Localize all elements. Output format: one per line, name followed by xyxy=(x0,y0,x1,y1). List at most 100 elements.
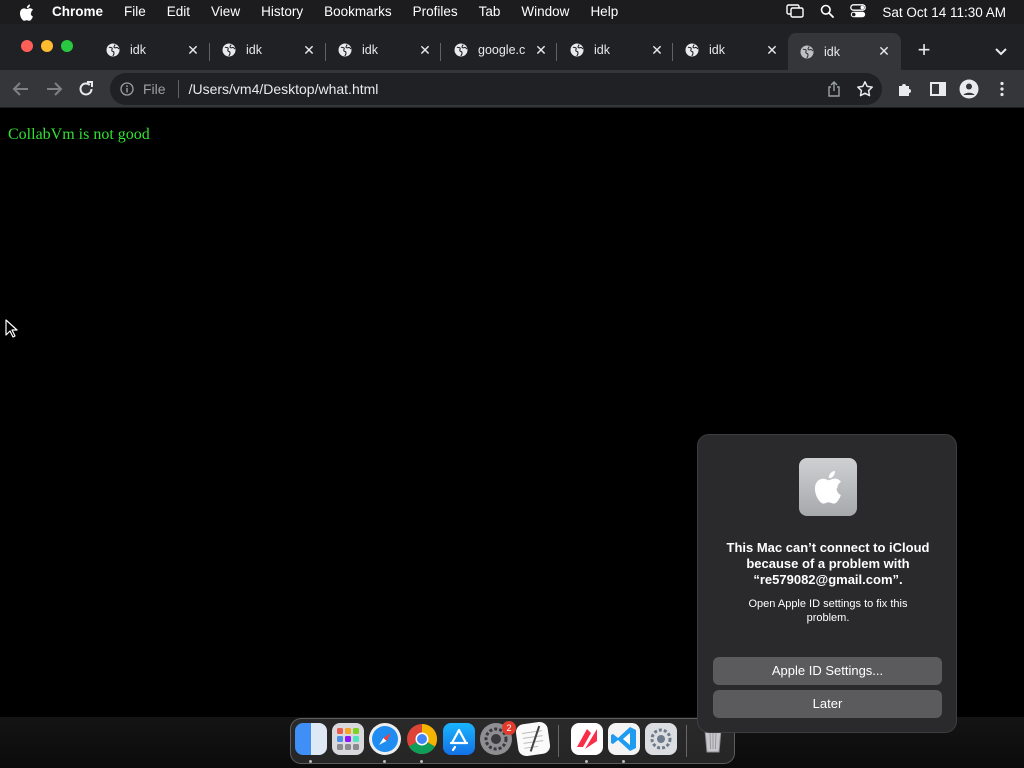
textedit-icon[interactable] xyxy=(514,720,552,758)
menu-profiles[interactable]: Profiles xyxy=(402,0,468,24)
reload-button[interactable] xyxy=(75,78,97,100)
reload-icon xyxy=(79,81,93,96)
tab-divider xyxy=(440,43,441,61)
share-icon[interactable] xyxy=(826,81,842,97)
icloud-alert-dialog: This Mac can’t connect to iCloud because… xyxy=(697,434,957,733)
kebab-menu-icon xyxy=(1000,81,1004,97)
side-panel-button[interactable] xyxy=(928,79,948,99)
close-tab-icon[interactable]: ✕ xyxy=(765,42,779,58)
globe-icon xyxy=(570,43,584,57)
globe-icon xyxy=(222,43,236,57)
tab-title: idk xyxy=(824,44,840,59)
browser-toolbar: File /Users/vm4/Desktop/what.html xyxy=(0,70,1024,108)
close-tab-icon[interactable]: ✕ xyxy=(877,43,891,59)
menu-bar-clock[interactable]: Sat Oct 14 11:30 AM xyxy=(882,5,1006,20)
tab-title: idk xyxy=(246,43,262,57)
tab-title: idk xyxy=(130,43,146,57)
forward-button[interactable] xyxy=(43,78,65,100)
chrome-icon[interactable] xyxy=(406,723,438,755)
apple-logo-icon xyxy=(799,458,857,516)
tab-7-active[interactable]: idk ✕ xyxy=(788,33,901,70)
later-button[interactable]: Later xyxy=(713,690,942,718)
tab-2[interactable]: idk ✕ xyxy=(222,36,316,64)
utility-app-icon[interactable] xyxy=(645,723,677,755)
tab-divider xyxy=(672,43,673,61)
globe-icon xyxy=(338,43,352,57)
info-icon[interactable] xyxy=(120,82,134,96)
notification-badge: 2 xyxy=(502,721,516,735)
url-text[interactable]: /Users/vm4/Desktop/what.html xyxy=(189,81,379,97)
screen-mirroring-icon[interactable] xyxy=(786,3,805,21)
zoom-window-button[interactable] xyxy=(61,40,73,52)
window-controls xyxy=(21,40,73,52)
globe-icon xyxy=(800,45,814,58)
puzzle-icon xyxy=(899,84,911,96)
scheme-label: File xyxy=(143,81,166,97)
star-icon[interactable] xyxy=(856,80,874,98)
control-center-icon[interactable] xyxy=(850,3,867,21)
new-tab-button[interactable]: + xyxy=(913,39,935,61)
tab-title: idk xyxy=(709,43,725,57)
running-indicator xyxy=(420,760,423,763)
close-tab-icon[interactable]: ✕ xyxy=(534,42,548,58)
extensions-button[interactable] xyxy=(896,79,916,99)
vscode-icon[interactable] xyxy=(608,723,640,755)
dock: 2 xyxy=(290,718,735,764)
menu-history[interactable]: History xyxy=(251,0,314,24)
app-store-icon[interactable] xyxy=(443,723,475,755)
running-indicator xyxy=(585,760,588,763)
mouse-cursor-icon xyxy=(5,319,18,338)
apple-id-settings-button[interactable]: Apple ID Settings... xyxy=(713,657,942,685)
menu-tab[interactable]: Tab xyxy=(468,0,511,24)
tab-title: idk xyxy=(594,43,610,57)
tab-4[interactable]: google.c ✕ xyxy=(454,36,548,64)
running-indicator xyxy=(622,760,625,763)
apple-menu-icon[interactable] xyxy=(0,4,52,21)
dock-separator xyxy=(558,725,559,757)
menu-window[interactable]: Window xyxy=(511,0,580,24)
tab-divider xyxy=(556,43,557,61)
side-panel-icon xyxy=(930,82,946,96)
dock-separator xyxy=(686,725,687,757)
omnibox-divider xyxy=(177,80,179,98)
arrow-right-icon xyxy=(47,82,63,96)
page-text: CollabVm is not good xyxy=(8,126,150,143)
menu-bookmarks[interactable]: Bookmarks xyxy=(314,0,403,24)
menu-file[interactable]: File xyxy=(114,0,157,24)
tab-title: google.c xyxy=(478,43,526,57)
menu-edit[interactable]: Edit xyxy=(156,0,200,24)
running-indicator xyxy=(309,760,312,763)
chevron-down-icon[interactable] xyxy=(992,42,1010,60)
menu-help[interactable]: Help xyxy=(580,0,629,24)
alert-title: This Mac can’t connect to iCloud because… xyxy=(726,540,930,587)
finder-icon[interactable] xyxy=(295,723,327,755)
minimize-window-button[interactable] xyxy=(41,40,53,52)
profile-avatar-icon xyxy=(959,79,979,99)
close-tab-icon[interactable]: ✕ xyxy=(650,42,664,58)
close-tab-icon[interactable]: ✕ xyxy=(302,42,316,58)
profile-button[interactable] xyxy=(959,79,979,99)
address-bar[interactable]: File /Users/vm4/Desktop/what.html xyxy=(110,73,882,105)
globe-icon xyxy=(106,43,120,57)
tab-3[interactable]: idk ✕ xyxy=(338,36,432,64)
chrome-menu-button[interactable] xyxy=(992,79,1012,99)
safari-icon[interactable] xyxy=(369,723,401,755)
news-icon[interactable] xyxy=(571,723,603,755)
menu-app-name[interactable]: Chrome xyxy=(52,0,114,24)
globe-icon xyxy=(685,43,699,57)
alert-message: Open Apple ID settings to fix this probl… xyxy=(748,598,908,624)
launchpad-icon[interactable] xyxy=(332,723,364,755)
tab-divider xyxy=(209,43,210,61)
arrow-left-icon xyxy=(12,82,28,96)
back-button[interactable] xyxy=(10,78,32,100)
tab-divider xyxy=(325,43,326,61)
close-tab-icon[interactable]: ✕ xyxy=(418,42,432,58)
spotlight-search-icon[interactable] xyxy=(820,4,835,21)
globe-icon xyxy=(454,43,468,57)
tab-5[interactable]: idk ✕ xyxy=(570,36,664,64)
menu-view[interactable]: View xyxy=(201,0,251,24)
tab-1[interactable]: idk ✕ xyxy=(106,36,200,64)
close-tab-icon[interactable]: ✕ xyxy=(186,42,200,58)
close-window-button[interactable] xyxy=(21,40,33,52)
tab-6[interactable]: idk ✕ xyxy=(685,36,779,64)
